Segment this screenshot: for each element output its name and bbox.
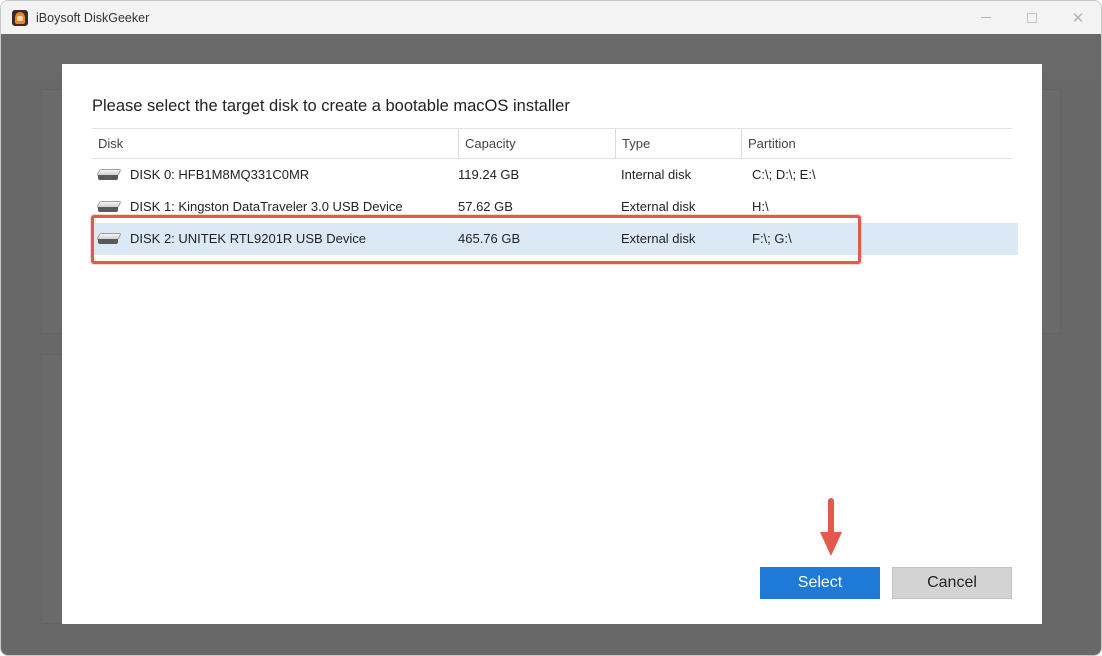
- disk-partitions: C:\; D:\; E:\: [752, 167, 816, 182]
- column-header-type[interactable]: Type: [615, 129, 741, 159]
- column-header-partition[interactable]: Partition: [741, 129, 1012, 159]
- disk-partitions: H:\: [752, 199, 769, 214]
- disk-drive-icon: [96, 169, 122, 181]
- pointer-arrow-icon: [820, 498, 842, 556]
- disk-drive-icon: [96, 201, 122, 213]
- disk-name: DISK 1: Kingston DataTraveler 3.0 USB De…: [130, 199, 403, 214]
- disk-name: DISK 0: HFB1M8MQ331C0MR: [130, 167, 310, 182]
- disk-type: External disk: [621, 231, 696, 246]
- table-row-selected[interactable]: DISK 2: UNITEK RTL9201R USB Device 465.7…: [92, 223, 1018, 255]
- disk-capacity: 57.62 GB: [458, 199, 513, 214]
- disk-name: DISK 2: UNITEK RTL9201R USB Device: [130, 231, 367, 246]
- table-header: Disk Capacity Type Partition: [92, 128, 1012, 159]
- minimize-icon[interactable]: [963, 1, 1009, 34]
- disk-table: Disk Capacity Type Partition DISK 0: HFB…: [92, 128, 1018, 255]
- titlebar: iBoysoft DiskGeeker ✕: [1, 1, 1101, 34]
- dialog-title: Please select the target disk to create …: [92, 97, 570, 115]
- maximize-icon[interactable]: [1009, 1, 1055, 34]
- table-row[interactable]: DISK 0: HFB1M8MQ331C0MR 119.24 GB Intern…: [92, 159, 1012, 191]
- disk-capacity: 465.76 GB: [458, 231, 521, 246]
- app-window: iBoysoft DiskGeeker ✕ Please select the …: [0, 0, 1102, 656]
- app-logo-icon: [12, 9, 28, 26]
- disk-type: External disk: [621, 199, 696, 214]
- disk-type: Internal disk: [621, 167, 692, 182]
- select-button[interactable]: Select: [760, 567, 880, 599]
- disk-drive-icon: [96, 233, 122, 245]
- select-disk-dialog: Please select the target disk to create …: [62, 64, 1042, 624]
- close-icon[interactable]: ✕: [1055, 1, 1101, 34]
- column-header-capacity[interactable]: Capacity: [458, 129, 615, 159]
- column-header-disk[interactable]: Disk: [92, 129, 458, 159]
- cancel-button[interactable]: Cancel: [892, 567, 1012, 599]
- disk-partitions: F:\; G:\: [752, 231, 792, 246]
- table-row[interactable]: DISK 1: Kingston DataTraveler 3.0 USB De…: [92, 191, 1012, 223]
- window-title: iBoysoft DiskGeeker: [36, 10, 150, 25]
- disk-capacity: 119.24 GB: [458, 167, 520, 182]
- window-controls: ✕: [963, 1, 1101, 34]
